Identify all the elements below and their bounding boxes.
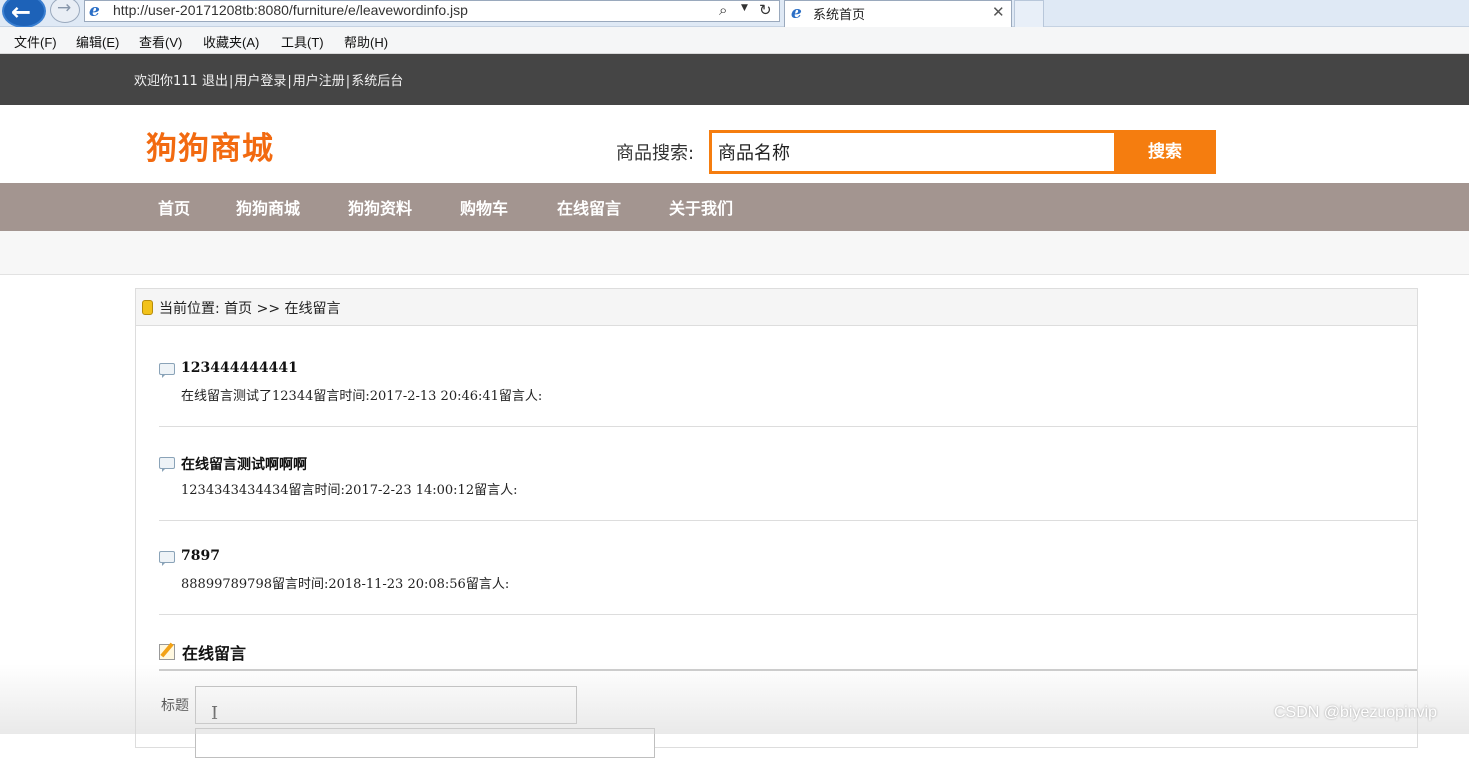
pencil-icon — [159, 644, 175, 660]
ie-logo-icon: e — [89, 1, 100, 21]
address-bar[interactable]: e http://user-20171208tb:8080/furniture/… — [84, 0, 780, 22]
breadcrumb-bar: 当前位置: 首页 >> 在线留言 — [136, 289, 1417, 326]
nav-item-guestbook[interactable]: 在线留言 — [557, 195, 621, 219]
logout-link[interactable]: 退出 — [202, 74, 228, 89]
site-logo[interactable]: 狗狗商城 — [146, 123, 274, 168]
nav-item-shop[interactable]: 狗狗商城 — [236, 195, 300, 219]
menu-file[interactable]: 文件(F) — [14, 32, 57, 51]
register-link[interactable]: 用户注册 — [293, 74, 345, 89]
new-tab-button[interactable] — [1014, 0, 1044, 27]
search-box — [709, 130, 1117, 174]
nav-item-about[interactable]: 关于我们 — [669, 195, 733, 219]
search-button[interactable]: 搜索 — [1114, 130, 1216, 174]
message-item: 7897 88899789798留言时间:2018-11-23 20:08:56… — [159, 548, 1417, 615]
chevron-down-icon[interactable]: ▼ — [741, 3, 748, 13]
browser-tab[interactable]: e 系统首页 ✕ — [784, 0, 1012, 27]
comment-icon — [159, 457, 175, 472]
menu-favorites[interactable]: 收藏夹(A) — [203, 32, 259, 51]
message-body: 1234343434434留言时间:2017-2-23 14:00:12留言人: — [181, 483, 518, 498]
search-label: 商品搜索: — [616, 143, 695, 164]
title-label: 标题 — [161, 698, 189, 714]
message-item: 在线留言测试啊啊啊 1234343434434留言时间:2017-2-23 14… — [159, 457, 1417, 521]
nav-item-info[interactable]: 狗狗资料 — [348, 195, 412, 219]
comment-icon — [159, 363, 175, 378]
message-item: 123444444441 在线留言测试了12344留言时间:2017-2-13 … — [159, 360, 1417, 427]
close-icon[interactable]: ✕ — [992, 3, 1005, 21]
browser-menu-bar: 文件(F) 编辑(E) 查看(V) 收藏夹(A) 工具(T) 帮助(H) — [0, 27, 1469, 54]
message-title: 在线留言测试啊啊啊 — [181, 457, 307, 473]
back-arrow-icon[interactable] — [2, 0, 46, 28]
admin-link[interactable]: 系统后台 — [351, 74, 403, 89]
ie-logo-icon: e — [791, 3, 802, 23]
forward-arrow-icon[interactable] — [50, 0, 80, 23]
welcome-text: 欢迎你111 — [134, 74, 198, 89]
login-link[interactable]: 用户登录 — [234, 74, 286, 89]
text-cursor-icon: I — [211, 703, 219, 724]
address-url[interactable]: http://user-20171208tb:8080/furniture/e/… — [113, 2, 468, 18]
search-input[interactable] — [712, 133, 1114, 171]
message-body: 在线留言测试了12344留言时间:2017-2-13 20:46:41留言人: — [181, 389, 543, 404]
form-title: 在线留言 — [182, 644, 247, 663]
menu-edit[interactable]: 编辑(E) — [76, 32, 119, 51]
main-nav: 首页 狗狗商城 狗狗资料 购物车 在线留言 关于我们 — [0, 183, 1469, 231]
message-title: 123444444441 — [181, 360, 298, 376]
search-icon[interactable]: ⌕ — [719, 1, 727, 19]
site-topbar: 欢迎你111 退出|用户登录|用户注册|系统后台 — [0, 54, 1469, 105]
message-body: 88899789798留言时间:2018-11-23 20:08:56留言人: — [181, 577, 510, 592]
menu-view[interactable]: 查看(V) — [139, 32, 182, 51]
guestbook-form-header: 在线留言 — [159, 637, 1417, 671]
menu-help[interactable]: 帮助(H) — [344, 32, 388, 51]
watermark: CSDN @biyezuopinvip — [1274, 704, 1437, 721]
refresh-icon[interactable]: ↻ — [759, 1, 772, 19]
tab-title: 系统首页 — [813, 7, 866, 22]
menu-tools[interactable]: 工具(T) — [281, 32, 324, 51]
nav-item-cart[interactable]: 购物车 — [460, 195, 508, 219]
location-icon — [142, 300, 153, 315]
browser-toolbar: e http://user-20171208tb:8080/furniture/… — [0, 0, 1469, 28]
nav-item-home[interactable]: 首页 — [158, 195, 190, 219]
content-textarea[interactable] — [195, 728, 655, 758]
topbar-links: 欢迎你111 退出|用户登录|用户注册|系统后台 — [134, 70, 403, 89]
comment-icon — [159, 551, 175, 566]
content-panel: 当前位置: 首页 >> 在线留言 123444444441 在线留言测试了123… — [135, 288, 1418, 758]
message-title: 7897 — [181, 548, 220, 564]
breadcrumb: 当前位置: 首页 >> 在线留言 — [159, 301, 341, 317]
nav-spacer — [0, 231, 1469, 275]
title-input[interactable] — [195, 686, 577, 724]
